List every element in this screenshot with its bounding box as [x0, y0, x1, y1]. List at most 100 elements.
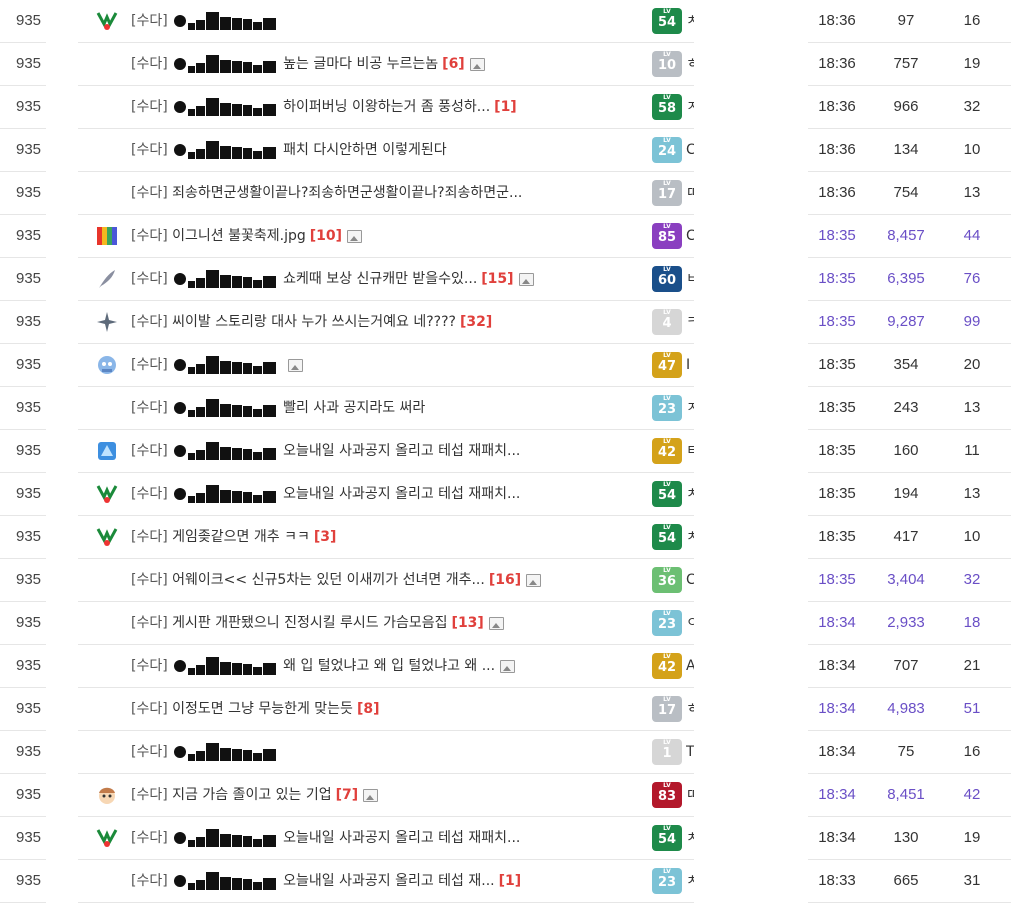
view-count: 97: [897, 12, 915, 29]
post-row[interactable]: 935 [수다] 오늘내일 사과공지 올리고 테섭 재패치... 54ㅊ 18:34 1…: [0, 817, 1011, 860]
author-nickname[interactable]: ㅋ: [686, 301, 694, 343]
post-title[interactable]: [수다] 패치 다시안하면 이렇게된다: [131, 129, 621, 171]
post-row[interactable]: 935 [수다] 1T 18:34 75 16: [0, 731, 1011, 774]
comment-count[interactable]: [8]: [357, 701, 380, 717]
post-row[interactable]: 935 [수다] 게임좆같으면 개추 ㅋㅋ[3] 54ㅊ 18:35 417 10: [0, 516, 1011, 559]
post-row[interactable]: 935 [수다] 47I 18:35 354 20: [0, 344, 1011, 387]
post-row[interactable]: 935 [수다] 패치 다시안하면 이렇게된다 24C 18:36 134 10: [0, 129, 1011, 172]
post-subject[interactable]: 왜 입 털었냐고 왜 입 털었냐고 왜 ...: [283, 658, 495, 674]
comment-count[interactable]: [16]: [489, 572, 521, 588]
author-nickname[interactable]: ㅌ: [686, 430, 694, 472]
post-subject[interactable]: 패치 다시안하면 이렇게된다: [283, 142, 446, 158]
author-nickname[interactable]: ㅊ: [686, 473, 694, 515]
post-subject[interactable]: 오늘내일 사과공지 올리고 테섭 재패치...: [283, 486, 520, 502]
comment-count[interactable]: [1]: [499, 873, 522, 889]
post-title[interactable]: [수다] 하이퍼버닝 이왕하는거 좀 풍성하... [1]: [131, 86, 621, 128]
post-number: 935: [16, 743, 42, 760]
author-nickname[interactable]: I: [686, 344, 694, 386]
post-head-tag: [수다]: [131, 314, 168, 330]
post-row[interactable]: 935 [수다] 어웨이크<< 신규5차는 있던 이새끼가 선녀면 개추... [1…: [0, 559, 1011, 602]
post-title[interactable]: [수다]: [131, 0, 621, 42]
post-subject[interactable]: 이그니션 불꽃축제.jpg: [172, 228, 306, 244]
post-row[interactable]: 935 [수다] 죄송하면군생활이끝나?죄송하면군생활이끝나?죄송하면군... 17…: [0, 172, 1011, 215]
post-title[interactable]: [수다] 지금 가슴 졸이고 있는 기업 [7]: [131, 774, 621, 816]
post-row[interactable]: 935 [수다] 빨리 사과 공지라도 써라 23ㅈ 18:35 243 13: [0, 387, 1011, 430]
post-row[interactable]: 935 [수다] 하이퍼버닝 이왕하는거 좀 풍성하...[1] 58ㅈ 18:36 9…: [0, 86, 1011, 129]
comment-count[interactable]: [10]: [310, 228, 342, 244]
author-nickname[interactable]: C: [686, 129, 694, 171]
post-title[interactable]: [수다] 왜 입 털었냐고 왜 입 털었냐고 왜 ...: [131, 645, 621, 687]
level-number: 23: [652, 610, 682, 636]
author-nickname[interactable]: ㄸ: [686, 774, 694, 816]
post-subject[interactable]: 어웨이크<< 신규5차는 있던 이새끼가 선녀면 개추...: [172, 572, 485, 588]
author-nickname[interactable]: ㅂ: [686, 258, 694, 300]
post-title[interactable]: [수다] 이정도면 그냥 무능한게 맞는듯 [8]: [131, 688, 621, 730]
author-nickname[interactable]: ㅊ: [686, 0, 694, 42]
post-subject[interactable]: 쇼케때 보상 신규캐만 받을수있...: [283, 271, 477, 287]
comment-count[interactable]: [15]: [481, 271, 513, 287]
author-nickname[interactable]: ㅎ: [686, 688, 694, 730]
comment-count[interactable]: [6]: [442, 56, 465, 72]
comment-count[interactable]: [7]: [336, 787, 359, 803]
comment-count[interactable]: [1]: [494, 99, 517, 115]
post-row[interactable]: 935 [수다] 오늘내일 사과공지 올리고 테섭 재패치... 42ㅌ 18:35 1…: [0, 430, 1011, 473]
post-head-tag: [수다]: [131, 615, 168, 631]
author-nickname[interactable]: ㅈ: [686, 86, 694, 128]
post-title[interactable]: [수다] 게시판 개판됐으니 진정시킬 루시드 가슴모음집 [13]: [131, 602, 621, 644]
post-title[interactable]: [수다] 빨리 사과 공지라도 써라: [131, 387, 621, 429]
post-title[interactable]: [수다] 이그니션 불꽃축제.jpg [10]: [131, 215, 621, 257]
post-subject[interactable]: 오늘내일 사과공지 올리고 테섭 재패치...: [283, 830, 520, 846]
view-count: 194: [893, 485, 919, 502]
post-row[interactable]: 935 [수다] 이정도면 그냥 무능한게 맞는듯[8] 17ㅎ 18:34 4,983…: [0, 688, 1011, 731]
author-nickname[interactable]: C: [686, 559, 694, 601]
post-subject[interactable]: 게시판 개판됐으니 진정시킬 루시드 가슴모음집: [172, 615, 447, 631]
post-row[interactable]: 935 [수다] 왜 입 털었냐고 왜 입 털었냐고 왜 ... 42A 18:34 7…: [0, 645, 1011, 688]
author-nickname[interactable]: ㅎ: [686, 43, 694, 85]
post-title[interactable]: [수다] 씨이발 스토리랑 대사 누가 쓰시는거예요 네???? [32]: [131, 301, 621, 343]
post-title[interactable]: [수다]: [131, 731, 621, 773]
post-subject[interactable]: 빨리 사과 공지라도 써라: [283, 400, 425, 416]
author-nickname[interactable]: ㅈ: [686, 387, 694, 429]
post-subject[interactable]: 하이퍼버닝 이왕하는거 좀 풍성하...: [283, 99, 490, 115]
post-title[interactable]: [수다] 오늘내일 사과공지 올리고 테섭 재패치...: [131, 430, 621, 472]
post-subject[interactable]: 높는 글마다 비공 누르는놈: [283, 56, 438, 72]
post-row[interactable]: 935 [수다] 씨이발 스토리랑 대사 누가 쓰시는거예요 네????[32] 4…: [0, 301, 1011, 344]
post-row[interactable]: 935 [수다] 오늘내일 사과공지 올리고 테섭 재... [1] 23ㅊ 18:33…: [0, 860, 1011, 903]
author-nickname[interactable]: T: [686, 731, 694, 773]
post-row[interactable]: 935 [수다] 이그니션 불꽃축제.jpg[10] 85C 18:35 8,457 44: [0, 215, 1011, 258]
post-title[interactable]: [수다]: [131, 344, 621, 386]
post-row[interactable]: 935 [수다] 게시판 개판됐으니 진정시킬 루시드 가슴모음집 [13] 23ㅇ 1…: [0, 602, 1011, 645]
redacted-block: [188, 399, 277, 417]
post-title[interactable]: [수다] 게임좆같으면 개추 ㅋㅋ [3]: [131, 516, 621, 558]
post-title[interactable]: [수다] 오늘내일 사과공지 올리고 테섭 재패치...: [131, 473, 621, 515]
post-subject[interactable]: 씨이발 스토리랑 대사 누가 쓰시는거예요 네????: [172, 314, 456, 330]
post-head-tag: [수다]: [131, 486, 168, 502]
comment-count[interactable]: [32]: [460, 314, 492, 330]
author-nickname[interactable]: ㄸ: [686, 172, 694, 214]
post-row[interactable]: 935 [수다] 높는 글마다 비공 누르는놈[6] 10ㅎ 18:36 757 19: [0, 43, 1011, 86]
post-title[interactable]: [수다] 높는 글마다 비공 누르는놈 [6]: [131, 43, 621, 85]
post-row[interactable]: 935 [수다] 지금 가슴 졸이고 있는 기업 [7] 83ㄸ 18:34 8,451 4…: [0, 774, 1011, 817]
author-nickname[interactable]: C: [686, 215, 694, 257]
author-nickname[interactable]: A: [686, 645, 694, 687]
post-title[interactable]: [수다] 오늘내일 사과공지 올리고 테섭 재패치...: [131, 817, 621, 859]
comment-count[interactable]: [13]: [452, 615, 484, 631]
post-row[interactable]: 935 [수다] 쇼케때 보상 신규캐만 받을수있...[15] 60ㅂ 18:35 6…: [0, 258, 1011, 301]
post-subject[interactable]: 게임좆같으면 개추 ㅋㅋ: [172, 529, 310, 545]
post-title[interactable]: [수다] 어웨이크<< 신규5차는 있던 이새끼가 선녀면 개추... [16]: [131, 559, 621, 601]
post-subject[interactable]: 죄송하면군생활이끝나?죄송하면군생활이끝나?죄송하면군...: [172, 185, 522, 201]
author-nickname[interactable]: ㅊ: [686, 516, 694, 558]
post-subject[interactable]: 오늘내일 사과공지 올리고 테섭 재패치...: [283, 443, 520, 459]
post-subject[interactable]: 지금 가슴 졸이고 있는 기업: [172, 787, 331, 803]
post-subject[interactable]: 오늘내일 사과공지 올리고 테섭 재...: [283, 873, 494, 889]
post-title[interactable]: [수다] 쇼케때 보상 신규캐만 받을수있... [15]: [131, 258, 621, 300]
comment-count[interactable]: [3]: [314, 529, 337, 545]
author-nickname[interactable]: ㅇ: [686, 602, 694, 644]
author-nickname[interactable]: ㅊ: [686, 817, 694, 859]
post-row[interactable]: 935 [수다] 오늘내일 사과공지 올리고 테섭 재패치... 54ㅊ 18:35 1…: [0, 473, 1011, 516]
post-subject[interactable]: 이정도면 그냥 무능한게 맞는듯: [172, 701, 353, 717]
post-title[interactable]: [수다] 죄송하면군생활이끝나?죄송하면군생활이끝나?죄송하면군...: [131, 172, 621, 214]
post-row[interactable]: 935 [수다] 54ㅊ 18:36 97 16: [0, 0, 1011, 43]
author-nickname[interactable]: ㅊ: [686, 860, 694, 902]
post-title[interactable]: [수다] 오늘내일 사과공지 올리고 테섭 재... [1]: [131, 860, 621, 902]
